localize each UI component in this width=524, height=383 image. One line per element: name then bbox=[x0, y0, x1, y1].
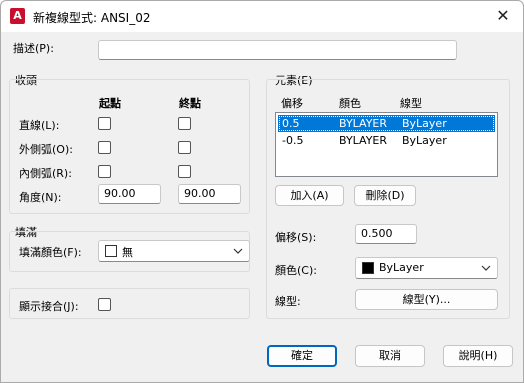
fill-color-value: 無 bbox=[122, 246, 133, 259]
elements-list[interactable]: 0.5 BYLAYER ByLayer -0.5 BYLAYER ByLayer bbox=[275, 112, 498, 177]
caps-inner-arc-start-checkbox[interactable] bbox=[98, 165, 111, 178]
element-color-label: 顏色(C): bbox=[275, 264, 317, 277]
element-color-select[interactable]: ByLayer bbox=[355, 257, 498, 279]
caps-angle-start-input[interactable]: 90.00 bbox=[98, 184, 161, 204]
element-linetype-label: 線型: bbox=[275, 295, 301, 308]
caps-end-header: 終點 bbox=[179, 97, 201, 110]
fill-color-swatch bbox=[105, 245, 117, 257]
list-item[interactable]: 0.5 BYLAYER ByLayer bbox=[278, 115, 495, 132]
caps-outer-arc-label: 外側弧(O): bbox=[19, 143, 73, 156]
cancel-button[interactable]: 取消 bbox=[355, 345, 425, 367]
caps-line-start-checkbox[interactable] bbox=[98, 117, 111, 130]
display-joints-label: 顯示接合(J): bbox=[19, 300, 79, 313]
elements-header-offset: 偏移 bbox=[281, 97, 303, 110]
elements-header-linetype: 線型 bbox=[400, 97, 422, 110]
add-element-button[interactable]: 加入(A) bbox=[275, 185, 344, 206]
element-color-swatch bbox=[362, 262, 374, 274]
caps-angle-end-input[interactable]: 90.00 bbox=[178, 184, 241, 204]
description-label: 描述(P): bbox=[13, 42, 54, 55]
element-offset-input[interactable]: 0.500 bbox=[355, 224, 417, 244]
element-offset-label: 偏移(S): bbox=[275, 231, 317, 244]
caps-start-header: 起點 bbox=[99, 97, 121, 110]
caps-inner-arc-label: 內側弧(R): bbox=[19, 167, 72, 180]
chevron-down-icon bbox=[233, 243, 243, 262]
window-title: 新複線型式: ANSI_02 bbox=[33, 11, 151, 25]
display-joints-checkbox[interactable] bbox=[98, 298, 111, 311]
chevron-down-icon bbox=[481, 260, 491, 279]
elements-header-color: 顏色 bbox=[339, 97, 361, 110]
new-mlinestyle-dialog: A 新複線型式: ANSI_02 ✕ 描述(P): 收頭 起點 終點 直線(L)… bbox=[0, 0, 524, 383]
delete-element-button[interactable]: 刪除(D) bbox=[354, 185, 416, 206]
caps-line-end-checkbox[interactable] bbox=[178, 117, 191, 130]
help-button[interactable]: 說明(H) bbox=[443, 345, 513, 367]
caps-outer-arc-end-checkbox[interactable] bbox=[178, 141, 191, 154]
fill-color-select[interactable]: 無 bbox=[98, 240, 250, 262]
title-bar: A 新複線型式: ANSI_02 ✕ bbox=[1, 1, 523, 32]
element-color-value: ByLayer bbox=[379, 261, 424, 274]
close-icon[interactable]: ✕ bbox=[493, 6, 513, 26]
autocad-app-icon: A bbox=[10, 8, 25, 24]
linetype-button[interactable]: 線型(Y)... bbox=[355, 289, 498, 310]
caps-inner-arc-end-checkbox[interactable] bbox=[178, 165, 191, 178]
ok-button[interactable]: 確定 bbox=[267, 345, 337, 367]
list-item[interactable]: -0.5 BYLAYER ByLayer bbox=[278, 132, 495, 149]
description-input[interactable] bbox=[98, 40, 457, 60]
fill-color-label: 填滿顏色(F): bbox=[19, 246, 82, 259]
caps-angle-label: 角度(N): bbox=[19, 191, 62, 204]
caps-line-label: 直線(L): bbox=[19, 119, 60, 132]
caps-outer-arc-start-checkbox[interactable] bbox=[98, 141, 111, 154]
